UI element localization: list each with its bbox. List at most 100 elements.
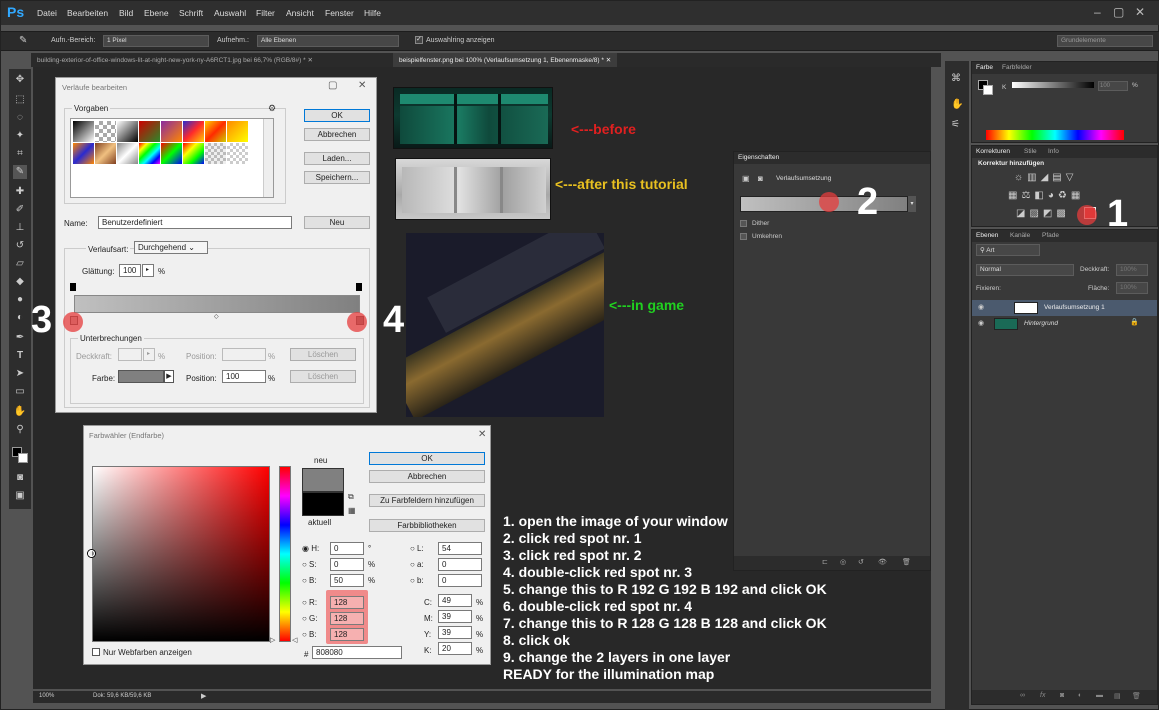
gradient-dropdown-icon[interactable]: ▾: [908, 196, 916, 212]
tab-beispielfenster[interactable]: beispielfenster.png bei 100% (Verlaufsum…: [393, 53, 618, 67]
lasso-tool-icon[interactable]: ◌: [13, 111, 27, 125]
blend-mode-select[interactable]: Normal: [976, 264, 1074, 276]
gear-icon[interactable]: ⚙: [268, 103, 276, 114]
eye-icon[interactable]: ◉: [978, 303, 984, 311]
pen-tool-icon[interactable]: ✒: [13, 331, 27, 345]
path-select-icon[interactable]: ➤: [13, 367, 27, 381]
zoom-tool-icon[interactable]: ⚲: [13, 423, 27, 437]
folder-icon[interactable]: ▬: [1096, 692, 1103, 699]
quick-select-tool-icon[interactable]: ✦: [13, 129, 27, 143]
preset-swatch[interactable]: [227, 121, 248, 142]
tab-layers[interactable]: Ebenen: [976, 232, 998, 239]
eye-icon[interactable]: ◉: [978, 319, 984, 327]
dodge-tool-icon[interactable]: ◐: [13, 311, 27, 325]
tab-channels[interactable]: Kanäle: [1010, 232, 1030, 239]
zoom-level[interactable]: 100%: [39, 693, 54, 699]
type-select[interactable]: Durchgehend ⌄: [134, 241, 208, 254]
presets-scrollbar[interactable]: [263, 119, 273, 197]
preset-swatch[interactable]: [117, 143, 138, 164]
layer-row-gradient-map[interactable]: ◉ Verlaufsumsetzung 1: [972, 300, 1157, 316]
tab-paths[interactable]: Pfade: [1042, 232, 1059, 239]
preset-swatch[interactable]: [161, 143, 182, 164]
brush-tool-icon[interactable]: ✐: [13, 203, 27, 217]
preset-swatch[interactable]: [183, 121, 204, 142]
layer-filter-select[interactable]: ⚲ Art: [976, 244, 1040, 256]
new-layer-icon[interactable]: ▤: [1114, 692, 1121, 700]
name-input[interactable]: Benutzerdefiniert: [98, 216, 292, 229]
color-menu-arrow-icon[interactable]: ▶: [164, 370, 174, 383]
tab-building-image[interactable]: building-exterior-of-office-windows-lit-…: [31, 53, 319, 67]
bg-color[interactable]: [983, 85, 993, 95]
magenta-input[interactable]: 39: [438, 610, 472, 623]
midpoint-diamond-icon[interactable]: ◇: [214, 313, 219, 320]
eraser-tool-icon[interactable]: ▱: [13, 257, 27, 271]
load-button[interactable]: Laden...: [304, 152, 370, 165]
lightness-radio[interactable]: ○ L:: [410, 544, 424, 553]
sample-size-select[interactable]: 1 Pixel: [103, 35, 209, 47]
opacity-stop-left[interactable]: [70, 283, 76, 291]
k-slider[interactable]: [1012, 82, 1094, 88]
menu-ansicht[interactable]: Ansicht: [286, 8, 314, 18]
hex-input[interactable]: 808080: [312, 646, 402, 659]
layer-fill-input[interactable]: 100%: [1116, 282, 1148, 294]
close-icon[interactable]: ✕: [478, 429, 486, 440]
red-radio[interactable]: ○ R:: [302, 598, 317, 607]
shape-tool-icon[interactable]: ▭: [13, 385, 27, 399]
color-libraries-button[interactable]: Farbbibliotheken: [369, 519, 485, 532]
current-color-swatch[interactable]: [302, 492, 344, 516]
preset-swatch[interactable]: [139, 121, 160, 142]
cube-icon[interactable]: ⧉: [348, 492, 354, 502]
history-icon[interactable]: ⌘: [951, 73, 961, 84]
eyedropper-icon[interactable]: ✎: [19, 35, 27, 46]
black-input[interactable]: 20: [438, 642, 472, 655]
stop-color-swatch[interactable]: [118, 370, 164, 383]
minimize-button[interactable]: –: [1094, 5, 1101, 19]
link-icon[interactable]: ∞: [1020, 692, 1025, 699]
smooth-arrow-icon[interactable]: ▸: [142, 264, 154, 277]
b-input[interactable]: 0: [438, 574, 482, 587]
preset-swatch[interactable]: [73, 143, 94, 164]
menu-datei[interactable]: Datei: [37, 8, 57, 18]
preset-swatch[interactable]: [205, 143, 226, 164]
add-to-swatches-button[interactable]: Zu Farbfeldern hinzufügen: [369, 494, 485, 507]
close-button[interactable]: ✕: [1135, 5, 1145, 19]
actions-icon[interactable]: ✋: [951, 99, 963, 110]
hand-tool-icon[interactable]: ✋: [13, 405, 27, 419]
tab-swatches[interactable]: Farbfelder: [1002, 64, 1032, 71]
cancel-button[interactable]: Abbrechen: [304, 128, 370, 141]
eyedropper-tool-icon[interactable]: ✎: [13, 165, 27, 179]
hue-input[interactable]: 0: [330, 542, 364, 555]
brightness-radio[interactable]: ○ B:: [302, 576, 317, 585]
brightness-input[interactable]: 50: [330, 574, 364, 587]
preset-swatch[interactable]: [117, 121, 138, 142]
web-colors-checkbox[interactable]: [92, 648, 100, 656]
dither-checkbox[interactable]: [740, 220, 747, 227]
adjust-row-3[interactable]: ◪▨◩▩: [1016, 208, 1070, 219]
adjust-row-1[interactable]: ☼▥◢▤▽: [1014, 172, 1077, 183]
screen-mode-icon[interactable]: ▣: [13, 489, 27, 503]
reverse-checkbox[interactable]: [740, 233, 747, 240]
preset-swatch[interactable]: [95, 143, 116, 164]
save-button[interactable]: Speichern...: [304, 171, 370, 184]
k-input[interactable]: 100: [1098, 81, 1128, 91]
fx-icon[interactable]: fx: [1040, 692, 1045, 699]
menu-bild[interactable]: Bild: [119, 8, 133, 18]
marquee-tool-icon[interactable]: ⬚: [13, 93, 27, 107]
preset-swatch[interactable]: [227, 143, 248, 164]
saturation-radio[interactable]: ○ S:: [302, 560, 317, 569]
tab-color[interactable]: Farbe: [976, 64, 993, 71]
bucket-tool-icon[interactable]: ◆: [13, 275, 27, 289]
color-position-input[interactable]: 100: [222, 370, 266, 383]
menu-schrift[interactable]: Schrift: [179, 8, 203, 18]
properties-tab[interactable]: Eigenschaften: [738, 154, 779, 161]
hue-radio[interactable]: ◉ H:: [302, 544, 319, 553]
smooth-input[interactable]: 100: [119, 264, 141, 277]
blue-input[interactable]: 128: [330, 628, 364, 641]
maximize-icon[interactable]: ▢: [328, 80, 337, 91]
blur-tool-icon[interactable]: ●: [13, 293, 27, 307]
healing-tool-icon[interactable]: ✚: [13, 185, 27, 199]
new-adjustment-icon[interactable]: ◐: [1078, 692, 1082, 699]
menu-ebene[interactable]: Ebene: [144, 8, 169, 18]
blue-radio[interactable]: ○ B:: [302, 630, 317, 639]
layer-opacity-input[interactable]: 100%: [1116, 264, 1148, 276]
